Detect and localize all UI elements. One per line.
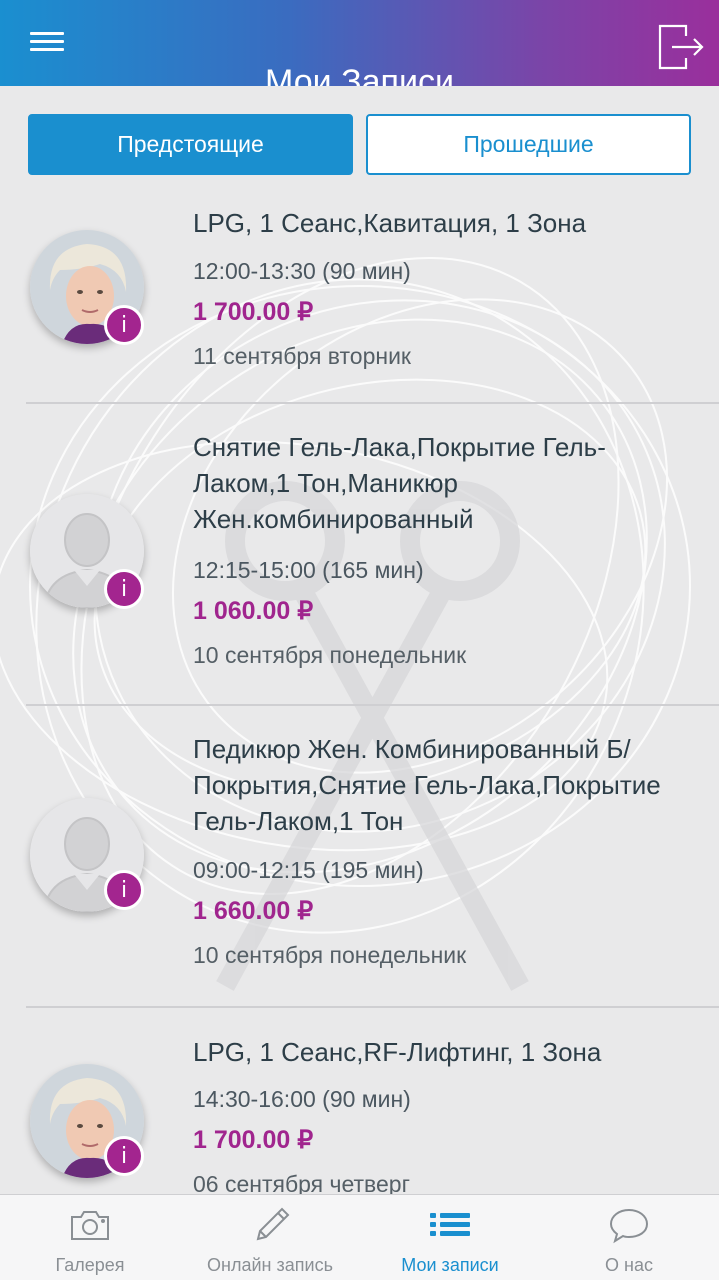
info-icon[interactable]: i (104, 870, 144, 910)
appointment-item[interactable]: i LPG, 1 Сеанс,RF-Лифтинг, 1 Зона 14:30-… (0, 1008, 719, 1194)
appointment-date: 10 сентября понедельник (193, 942, 467, 968)
appointment-price: 1 700.00 ₽ (193, 298, 314, 326)
appointment-price: 1 060.00 ₽ (193, 597, 314, 625)
appointment-time: 09:00-12:15 (195 мин) (193, 857, 424, 883)
app-header: Мои Записи (0, 0, 719, 86)
bottom-navigation: Галерея Онлайн запись Мои записи О нас (0, 1194, 719, 1280)
nav-label: Галерея (55, 1255, 125, 1275)
nav-about[interactable]: О нас (539, 1195, 719, 1280)
info-icon[interactable]: i (104, 1136, 144, 1176)
service-title: LPG, 1 Сеанс,Кавитация, 1 Зона (193, 208, 587, 238)
nav-my-appointments[interactable]: Мои записи (360, 1195, 540, 1280)
nav-label: Мои записи (401, 1255, 499, 1275)
tab-past[interactable]: Прошедшие (366, 114, 691, 175)
service-title: LPG, 1 Сеанс,RF-Лифтинг, 1 Зона (193, 1037, 602, 1067)
pencil-icon (256, 1207, 290, 1241)
chat-bubble-icon (609, 1208, 649, 1244)
tab-upcoming[interactable]: Предстоящие (28, 114, 353, 175)
list-icon (430, 1213, 470, 1236)
nav-label: Онлайн запись (207, 1255, 333, 1275)
info-icon[interactable]: i (104, 569, 144, 609)
appointment-time: 14:30-16:00 (90 мин) (193, 1086, 411, 1112)
menu-icon[interactable] (30, 30, 64, 52)
appointment-item[interactable]: i Снятие Гель-Лака,Покрытие Гель-Лаком,1… (0, 404, 719, 704)
appointment-price: 1 660.00 ₽ (193, 897, 314, 925)
camera-icon (71, 1211, 109, 1240)
page-title: Мои Записи (265, 63, 454, 86)
appointment-item[interactable]: i Педикюр Жен. Комбинированный Б/Покрыти… (0, 706, 719, 1006)
appointment-date: 10 сентября понедельник (193, 642, 467, 668)
nav-label: О нас (605, 1255, 653, 1275)
service-title: Снятие Гель-Лака,Покрытие Гель-Лаком,1 Т… (193, 432, 606, 534)
appointment-item[interactable]: i LPG, 1 Сеанс,Кавитация, 1 Зона 12:00-1… (0, 195, 719, 402)
info-icon[interactable]: i (104, 305, 144, 345)
appointments-list: i LPG, 1 Сеанс,Кавитация, 1 Зона 12:00-1… (0, 195, 719, 1194)
nav-gallery[interactable]: Галерея (0, 1195, 180, 1280)
logout-icon[interactable] (656, 22, 706, 72)
appointment-time: 12:00-13:30 (90 мин) (193, 258, 411, 284)
appointment-date: 11 сентября вторник (193, 343, 411, 369)
nav-online-booking[interactable]: Онлайн запись (180, 1195, 360, 1280)
appointment-time: 12:15-15:00 (165 мин) (193, 557, 424, 583)
service-title: Педикюр Жен. Комбинированный Б/Покрытия,… (193, 734, 661, 836)
appointment-date: 06 сентября четверг (193, 1171, 410, 1194)
appointment-price: 1 700.00 ₽ (193, 1126, 314, 1154)
